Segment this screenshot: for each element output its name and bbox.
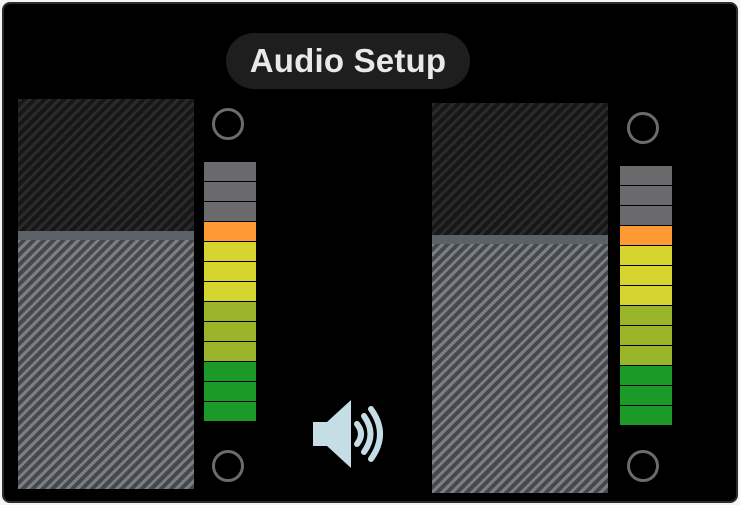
meter-segment bbox=[204, 182, 256, 201]
left-level-meter bbox=[204, 162, 256, 422]
meter-segment bbox=[620, 266, 672, 285]
meter-segment bbox=[204, 342, 256, 361]
fader-handle[interactable] bbox=[432, 235, 608, 244]
meter-segment bbox=[204, 242, 256, 261]
right-bottom-knob[interactable] bbox=[627, 450, 659, 482]
meter-segment bbox=[204, 162, 256, 181]
meter-segment bbox=[620, 226, 672, 245]
speaker-volume-icon[interactable] bbox=[309, 396, 391, 472]
meter-segment bbox=[204, 362, 256, 381]
left-bottom-knob[interactable] bbox=[212, 450, 244, 482]
meter-segment bbox=[204, 322, 256, 341]
right-volume-fader[interactable] bbox=[432, 103, 608, 493]
meter-segment bbox=[204, 222, 256, 241]
meter-segment bbox=[620, 306, 672, 325]
left-top-knob[interactable] bbox=[212, 108, 244, 140]
meter-segment bbox=[620, 326, 672, 345]
fader-fill bbox=[18, 239, 194, 489]
meter-segment bbox=[620, 186, 672, 205]
left-volume-fader[interactable] bbox=[18, 99, 194, 489]
meter-segment bbox=[204, 202, 256, 221]
meter-segment bbox=[620, 246, 672, 265]
meter-segment bbox=[620, 286, 672, 305]
meter-segment bbox=[204, 282, 256, 301]
meter-segment bbox=[620, 406, 672, 425]
meter-segment bbox=[620, 346, 672, 365]
meter-segment bbox=[620, 386, 672, 405]
fader-fill bbox=[432, 243, 608, 493]
meter-segment bbox=[620, 206, 672, 225]
meter-segment bbox=[204, 262, 256, 281]
right-top-knob[interactable] bbox=[627, 112, 659, 144]
meter-segment bbox=[204, 382, 256, 401]
meter-segment bbox=[620, 166, 672, 185]
meter-segment bbox=[204, 402, 256, 421]
audio-setup-window: Audio Setup bbox=[2, 2, 738, 503]
meter-segment bbox=[620, 366, 672, 385]
fader-handle[interactable] bbox=[18, 231, 194, 240]
right-level-meter bbox=[620, 166, 672, 426]
window-title: Audio Setup bbox=[226, 33, 470, 89]
meter-segment bbox=[204, 302, 256, 321]
